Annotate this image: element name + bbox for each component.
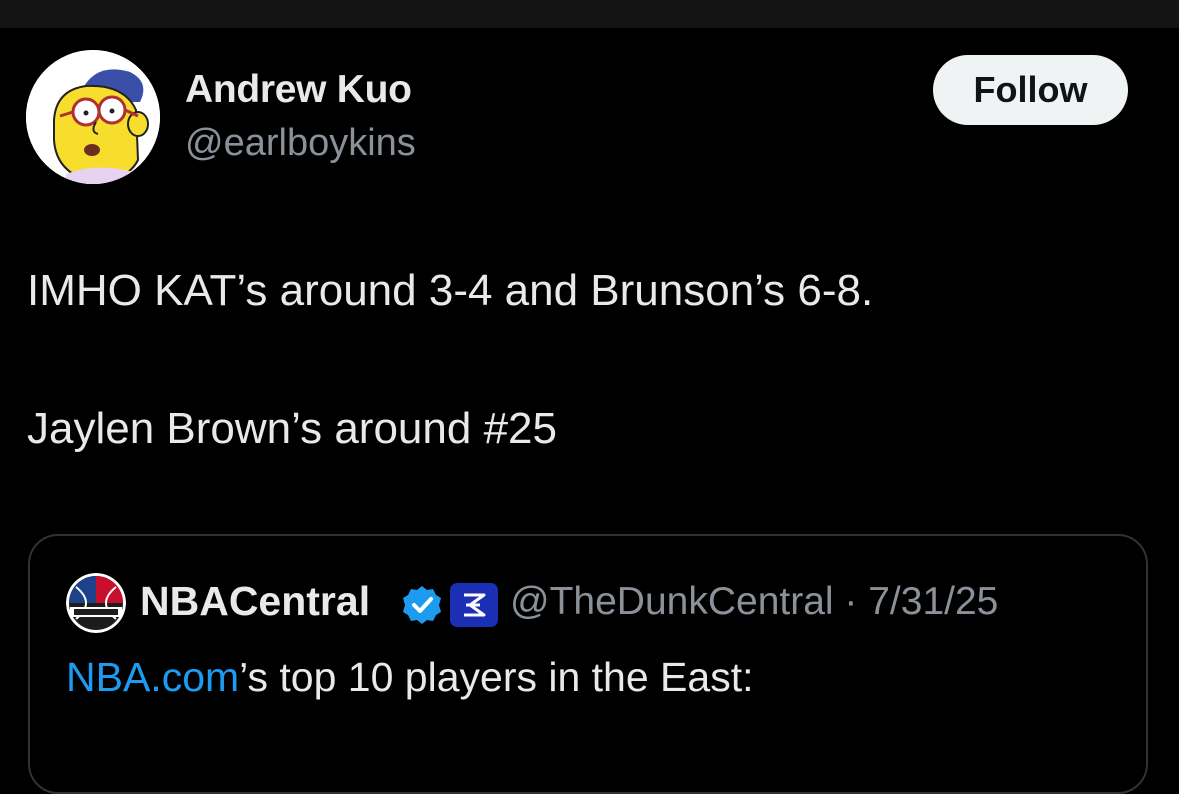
quoted-author-name[interactable]: NBACentral xyxy=(140,578,370,625)
author-avatar[interactable] xyxy=(26,50,160,184)
nba-com-link[interactable]: NBA.com xyxy=(66,654,239,700)
quoted-date[interactable]: 7/31/25 xyxy=(868,580,998,623)
verified-badge-icon xyxy=(403,586,441,624)
dot-separator: · xyxy=(833,580,869,623)
tweet-text-line: Jaylen Brown’s around #25 xyxy=(27,404,557,453)
quoted-author-handle[interactable]: @TheDunkCentral xyxy=(510,580,834,623)
follow-button[interactable]: Follow xyxy=(933,55,1128,125)
affiliation-badge[interactable] xyxy=(450,583,498,627)
cartoon-avatar-icon xyxy=(26,50,160,184)
nba-central-logo-icon xyxy=(66,573,126,633)
affiliate-logo-icon xyxy=(450,583,498,627)
quoted-tweet-text: NBA.com’s top 10 players in the East: xyxy=(66,654,753,701)
author-name[interactable]: Andrew Kuo xyxy=(185,68,412,112)
author-handle[interactable]: @earlboykins xyxy=(185,122,416,165)
quoted-author-avatar[interactable] xyxy=(66,573,126,633)
quoted-handle-and-date[interactable]: @TheDunkCentral · 7/31/25 xyxy=(510,580,998,624)
quoted-text-rest: ’s top 10 players in the East: xyxy=(239,654,754,700)
top-bar xyxy=(0,0,1179,28)
tweet-text-line: IMHO KAT’s around 3-4 and Brunson’s 6-8. xyxy=(27,266,874,315)
